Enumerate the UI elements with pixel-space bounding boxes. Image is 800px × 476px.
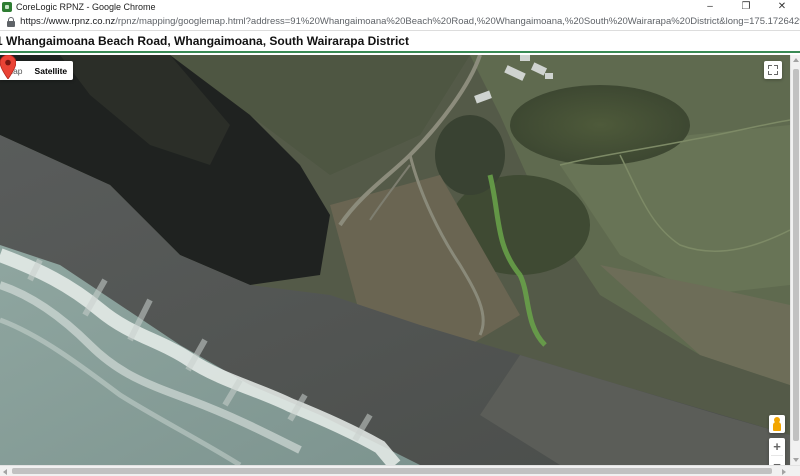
window-titlebar: CoreLogic RPNZ - Google Chrome – ❐ ✕ xyxy=(0,0,800,13)
scroll-down-arrow-icon[interactable] xyxy=(793,458,799,462)
satellite-map[interactable]: Map Satellite + − xyxy=(0,55,790,465)
scroll-left-arrow-icon[interactable] xyxy=(3,469,7,475)
page-title: 1 Whangaimoana Beach Road, Whangaimoana,… xyxy=(0,34,409,48)
zoom-out-button[interactable]: − xyxy=(769,456,785,465)
zoom-control: + − xyxy=(769,438,785,465)
lock-icon[interactable] xyxy=(7,16,15,27)
fullscreen-toggle-icon[interactable] xyxy=(764,61,782,79)
address-bar[interactable]: https://www.rpnz.co.nz/rpnz/mapping/goog… xyxy=(0,13,800,31)
url-path: /rpnz/mapping/googlemap.html?address=91%… xyxy=(115,16,800,27)
scroll-right-arrow-icon[interactable] xyxy=(782,469,786,475)
window-title: CoreLogic RPNZ - Google Chrome xyxy=(16,1,156,12)
location-marker-icon[interactable] xyxy=(0,55,16,79)
horizontal-scrollbar[interactable] xyxy=(0,465,800,476)
scroll-up-arrow-icon[interactable] xyxy=(793,58,799,62)
vertical-scroll-thumb[interactable] xyxy=(793,69,799,441)
map-type-satellite-button[interactable]: Satellite xyxy=(29,61,74,80)
maximize-button[interactable]: ❐ xyxy=(728,0,764,13)
minimize-button[interactable]: – xyxy=(692,0,728,13)
zoom-in-button[interactable]: + xyxy=(769,438,785,455)
page-header: 1 Whangaimoana Beach Road, Whangaimoana,… xyxy=(0,31,800,53)
url-text[interactable]: https://www.rpnz.co.nz/rpnz/mapping/goog… xyxy=(20,16,800,27)
street-view-pegman-icon[interactable] xyxy=(769,415,785,433)
horizontal-scroll-thumb[interactable] xyxy=(12,468,772,474)
url-host: https://www.rpnz.co.nz xyxy=(20,16,116,27)
app-favicon-icon xyxy=(2,1,12,12)
satellite-imagery xyxy=(0,55,790,465)
window-controls: – ❐ ✕ xyxy=(692,0,800,13)
vertical-scrollbar[interactable] xyxy=(790,55,800,465)
close-button[interactable]: ✕ xyxy=(764,0,800,13)
